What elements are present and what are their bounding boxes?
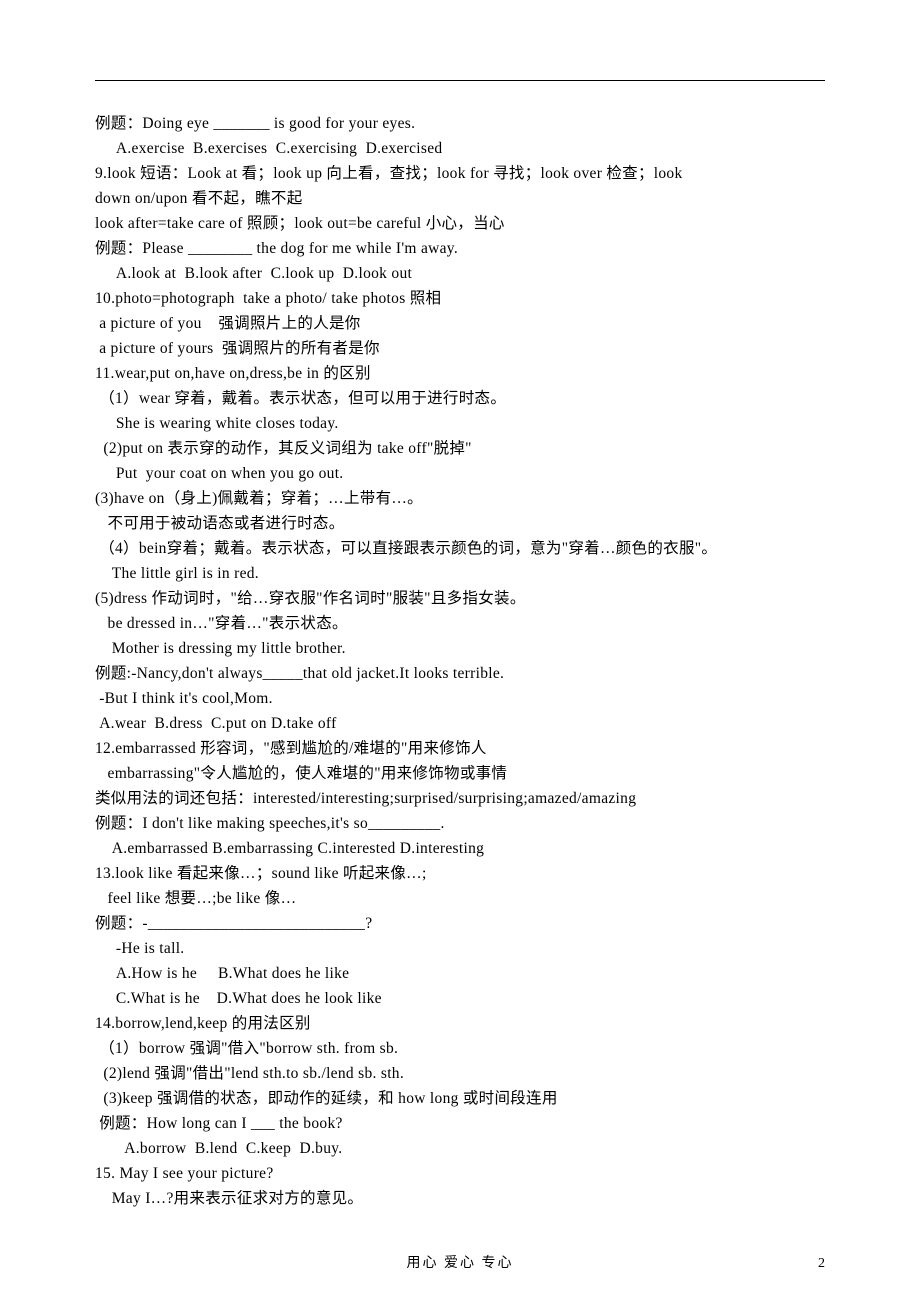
text-line: She is wearing white closes today. [95, 411, 825, 436]
text-line: 例题:-Nancy,don't always_____that old jack… [95, 661, 825, 686]
text-line: 11.wear,put on,have on,dress,be in 的区别 [95, 361, 825, 386]
text-line: -He is tall. [95, 936, 825, 961]
text-line: (3)have on（身上)佩戴着；穿着；…上带有…。 [95, 486, 825, 511]
text-line: 15. May I see your picture? [95, 1161, 825, 1186]
text-line: a picture of you 强调照片上的人是你 [95, 311, 825, 336]
text-line: （4）bein穿着；戴着。表示状态，可以直接跟表示颜色的词，意为"穿着…颜色的衣… [95, 536, 825, 561]
text-line: 例题：I don't like making speeches,it's so_… [95, 811, 825, 836]
text-line: （1）wear 穿着，戴着。表示状态，但可以用于进行时态。 [95, 386, 825, 411]
text-line: 10.photo=photograph take a photo/ take p… [95, 286, 825, 311]
text-line: A.borrow B.lend C.keep D.buy. [95, 1136, 825, 1161]
text-line: -But I think it's cool,Mom. [95, 686, 825, 711]
text-line: 例题：Please ________ the dog for me while … [95, 236, 825, 261]
text-line: 12.embarrassed 形容词，"感到尴尬的/难堪的"用来修饰人 [95, 736, 825, 761]
text-line: 例题：-___________________________? [95, 911, 825, 936]
header-rule [95, 80, 825, 81]
footer: 用心 爱心 专心 [0, 1252, 920, 1272]
text-line: Put your coat on when you go out. [95, 461, 825, 486]
page-number: 2 [818, 1256, 825, 1272]
text-line: be dressed in…"穿着…"表示状态。 [95, 611, 825, 636]
text-line: 9.look 短语：Look at 看；look up 向上看，查找；look … [95, 161, 825, 186]
text-line: (5)dress 作动词时，"给…穿衣服"作名词时"服装"且多指女装。 [95, 586, 825, 611]
footer-motto: 用心 爱心 专心 [407, 1256, 514, 1271]
text-line: a picture of yours 强调照片的所有者是你 [95, 336, 825, 361]
text-line: (2)lend 强调"借出"lend sth.to sb./lend sb. s… [95, 1061, 825, 1086]
text-line: 不可用于被动语态或者进行时态。 [95, 511, 825, 536]
text-line: (2)put on 表示穿的动作，其反义词组为 take off"脱掉" [95, 436, 825, 461]
text-line: A.look at B.look after C.look up D.look … [95, 261, 825, 286]
text-line: 13.look like 看起来像…；sound like 听起来像…; [95, 861, 825, 886]
body-text: 例题：Doing eye _______ is good for your ey… [95, 111, 825, 1211]
document-page: 例题：Doing eye _______ is good for your ey… [0, 0, 920, 1302]
text-line: 14.borrow,lend,keep 的用法区别 [95, 1011, 825, 1036]
text-line: 例题：Doing eye _______ is good for your ey… [95, 111, 825, 136]
text-line: down on/upon 看不起，瞧不起 [95, 186, 825, 211]
text-line: A.embarrassed B.embarrassing C.intereste… [95, 836, 825, 861]
text-line: A.exercise B.exercises C.exercising D.ex… [95, 136, 825, 161]
text-line: look after=take care of 照顾；look out=be c… [95, 211, 825, 236]
text-line: embarrassing"令人尴尬的，使人难堪的"用来修饰物或事情 [95, 761, 825, 786]
text-line: Mother is dressing my little brother. [95, 636, 825, 661]
text-line: 例题：How long can I ___ the book? [95, 1111, 825, 1136]
text-line: The little girl is in red. [95, 561, 825, 586]
text-line: A.wear B.dress C.put on D.take off [95, 711, 825, 736]
text-line: May I…?用来表示征求对方的意见。 [95, 1186, 825, 1211]
text-line: C.What is he D.What does he look like [95, 986, 825, 1011]
text-line: （1）borrow 强调"借入"borrow sth. from sb. [95, 1036, 825, 1061]
text-line: (3)keep 强调借的状态，即动作的延续，和 how long 或时间段连用 [95, 1086, 825, 1111]
text-line: feel like 想要…;be like 像… [95, 886, 825, 911]
text-line: 类似用法的词还包括：interested/interesting;surpris… [95, 786, 825, 811]
text-line: A.How is he B.What does he like [95, 961, 825, 986]
